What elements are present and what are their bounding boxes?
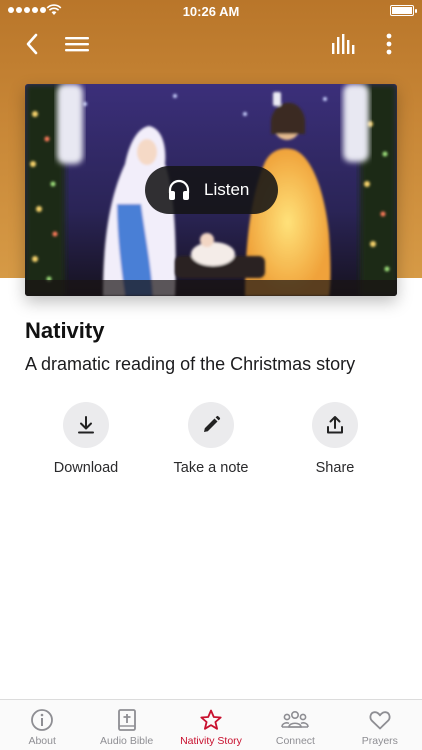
take-note-label: Take a note — [173, 460, 249, 476]
tab-audio-bible-label: Audio Bible — [100, 735, 154, 747]
download-label: Download — [53, 460, 119, 476]
star-icon — [200, 709, 222, 730]
download-icon — [78, 416, 94, 434]
heart-icon — [369, 711, 391, 730]
audio-levels-button[interactable] — [328, 28, 360, 60]
page-subtitle: A dramatic reading of the Christmas stor… — [25, 354, 356, 374]
people-icon — [281, 710, 310, 728]
bible-icon — [117, 709, 136, 731]
equalizer-icon — [332, 34, 355, 54]
tab-nativity-story[interactable]: Nativity Story — [169, 700, 253, 750]
tab-about-label: About — [28, 735, 56, 747]
more-vertical-icon — [386, 33, 392, 55]
tab-prayers-label: Prayers — [361, 735, 398, 747]
share-button[interactable]: Share — [273, 402, 397, 476]
menu-button[interactable] — [62, 28, 92, 60]
tab-prayers[interactable]: Prayers — [338, 700, 422, 750]
share-icon — [327, 416, 343, 434]
tab-bar: About Audio Bible Nativity Story Connect… — [0, 699, 422, 750]
status-bar: 10:26 AM — [0, 0, 422, 22]
pencil-icon — [204, 415, 221, 432]
chevron-left-icon — [26, 33, 38, 55]
battery-icon — [390, 5, 417, 16]
note-icon-circle — [188, 402, 234, 448]
download-icon-circle — [63, 402, 109, 448]
hero-image: Listen — [25, 84, 397, 296]
download-button[interactable]: Download — [24, 402, 148, 476]
listen-button[interactable]: Listen — [145, 166, 278, 214]
info-icon — [31, 709, 54, 731]
tab-connect[interactable]: Connect — [253, 700, 337, 750]
status-time: 10:26 AM — [182, 4, 240, 19]
page-title: Nativity — [25, 318, 105, 343]
listen-label: Listen — [204, 180, 250, 199]
tab-about[interactable]: About — [0, 700, 84, 750]
take-note-button[interactable]: Take a note — [149, 402, 273, 476]
share-icon-circle — [312, 402, 358, 448]
tab-audio-bible[interactable]: Audio Bible — [84, 700, 168, 750]
headphones-icon — [168, 179, 190, 200]
back-button[interactable] — [18, 28, 46, 60]
tab-connect-label: Connect — [275, 735, 315, 747]
share-label: Share — [315, 460, 355, 476]
tab-nativity-story-label: Nativity Story — [180, 735, 242, 747]
more-options-button[interactable] — [376, 28, 402, 60]
hamburger-menu-icon — [65, 37, 89, 52]
